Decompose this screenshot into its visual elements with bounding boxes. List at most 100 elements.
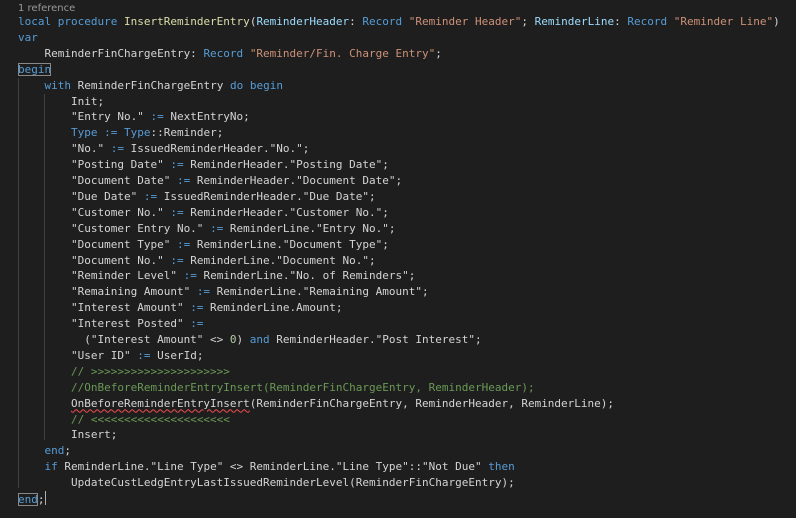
code-token: Type — [70, 126, 98, 140]
code-token: "Entry No." — [18, 110, 151, 124]
code-line[interactable]: UpdateCustLedgEntryLastIssuedReminderLev… — [18, 475, 515, 491]
code-token: := — [210, 221, 224, 235]
code-line[interactable]: "Due Date" := IssuedReminderHeader."Due … — [18, 189, 376, 205]
code-token: "Posting Date" — [18, 158, 171, 172]
code-line[interactable]: OnBeforeReminderEntryInsert(ReminderFinC… — [18, 396, 614, 412]
code-line[interactable]: "Posting Date" := ReminderHeader."Postin… — [18, 157, 389, 173]
code-token: ReminderLine — [534, 15, 615, 28]
code-token: ReminderFinChargeEntry — [71, 78, 230, 92]
code-token: ("Interest Amount" <> — [18, 333, 230, 346]
code-line[interactable]: if ReminderLine."Line Type" <> ReminderL… — [18, 459, 515, 475]
code-token: : — [349, 15, 363, 28]
code-token: := — [110, 142, 124, 156]
code-token: then — [488, 460, 515, 474]
code-token: := — [170, 158, 184, 172]
code-token: OnBeforeReminderEntryInsert — [70, 396, 250, 410]
code-token: := — [190, 317, 204, 331]
code-line[interactable]: "Reminder Level" := ReminderLine."No. of… — [18, 268, 415, 284]
code-token: := — [183, 269, 197, 283]
code-line[interactable]: "Document Type" := ReminderLine."Documen… — [18, 237, 389, 253]
code-token: ReminderLine."Remaining Amount"; — [210, 285, 429, 299]
code-line[interactable]: var — [18, 30, 38, 46]
code-token: Record — [203, 46, 244, 60]
code-line[interactable]: ReminderFinChargeEntry: Record "Reminder… — [18, 46, 442, 62]
code-token: ReminderHeader."Post Interest"; — [269, 333, 482, 346]
code-token: IssuedReminderHeader."No."; — [123, 142, 310, 156]
code-token: ReminderFinChargeEntry: — [18, 46, 204, 60]
code-token: Type — [123, 126, 151, 140]
code-token: 0 — [229, 333, 237, 346]
code-token: ReminderLine."No. of Reminders"; — [196, 269, 416, 283]
code-token: "Interest Posted" — [18, 317, 191, 331]
code-token: "Document Type" — [18, 237, 177, 251]
code-line[interactable]: "Customer Entry No." := ReminderLine."En… — [18, 221, 396, 237]
code-token: ; — [64, 444, 71, 458]
code-line[interactable]: "Document No." := ReminderLine."Document… — [18, 253, 376, 269]
code-line[interactable]: "No." := IssuedReminderHeader."No."; — [18, 141, 309, 157]
code-token: "No." — [18, 142, 111, 156]
code-token: "Reminder Line" — [673, 15, 774, 28]
code-line[interactable]: // >>>>>>>>>>>>>>>>>>>>> — [18, 364, 230, 380]
code-editor[interactable]: 1 reference local procedure InsertRemind… — [0, 0, 796, 518]
code-line[interactable]: "User ID" := UserId; — [18, 348, 203, 364]
code-line[interactable]: "Entry No." := NextEntryNo; — [18, 109, 250, 125]
code-line[interactable]: local procedure InsertReminderEntry(Remi… — [18, 14, 780, 30]
code-token: Record — [362, 15, 403, 28]
code-token: ::Reminder; — [150, 126, 224, 140]
code-line[interactable]: Type := Type::Reminder; — [18, 125, 223, 141]
code-token: "Customer Entry No." — [18, 221, 211, 235]
code-token: var — [18, 30, 38, 44]
code-line[interactable]: end; — [18, 491, 46, 507]
code-token: := — [176, 174, 191, 187]
code-token: "Reminder Header" — [408, 15, 522, 28]
code-token: "Due Date" — [18, 189, 144, 203]
code-token: begin — [249, 78, 283, 92]
code-token: ReminderHeader."Document Date"; — [190, 174, 403, 187]
code-line[interactable]: "Customer No." := ReminderHeader."Custom… — [18, 205, 389, 221]
code-token: UpdateCustLedgEntryLastIssuedReminderLev… — [18, 476, 515, 490]
code-token: begin — [18, 62, 52, 76]
code-token: ; — [435, 46, 442, 60]
code-token: "Customer No." — [18, 205, 171, 219]
code-token: ReminderHeader."Customer No."; — [183, 205, 389, 219]
code-token: do — [229, 78, 244, 92]
code-token: Record — [627, 15, 668, 28]
code-token: ) — [773, 15, 780, 28]
code-line[interactable]: with ReminderFinChargeEntry do begin — [18, 78, 283, 94]
code-token: "Reminder/Fin. Charge Entry" — [249, 46, 436, 60]
code-line[interactable]: // <<<<<<<<<<<<<<<<<<<<< — [18, 412, 230, 428]
code-token: (ReminderFinChargeEntry, ReminderHeader,… — [249, 396, 615, 410]
code-token: "User ID" — [18, 348, 138, 362]
code-token: InsertReminderEntry — [123, 15, 250, 28]
code-token: UserId; — [150, 348, 204, 362]
code-line[interactable]: Insert; — [18, 427, 117, 443]
code-line[interactable]: //OnBeforeReminderEntryInsert(ReminderFi… — [18, 380, 535, 396]
code-line[interactable]: "Interest Posted" := — [18, 316, 203, 332]
code-token: := — [137, 348, 151, 362]
code-line[interactable]: "Interest Amount" := ReminderLine.Amount… — [18, 300, 343, 316]
code-token: //OnBeforeReminderEntryInsert(ReminderFi… — [70, 380, 535, 394]
code-line[interactable]: end; — [18, 443, 72, 459]
code-line[interactable]: "Document Date" := ReminderHeader."Docum… — [18, 173, 402, 189]
code-token: Init; — [18, 94, 105, 108]
code-token: ReminderLine."Line Type" <> ReminderLine… — [57, 460, 489, 474]
code-token: if — [44, 460, 58, 474]
code-token: := — [196, 285, 211, 299]
code-token: "Interest Amount" — [18, 301, 191, 315]
code-line[interactable]: begin — [18, 62, 52, 78]
code-line[interactable]: Init; — [18, 94, 104, 110]
code-token: ReminderHeader."Posting Date"; — [183, 158, 389, 172]
code-token: and — [249, 333, 270, 346]
code-token: : — [614, 15, 628, 28]
code-line[interactable]: ("Interest Amount" <> 0) and ReminderHea… — [18, 332, 482, 348]
code-line[interactable]: "Remaining Amount" := ReminderLine."Rema… — [18, 284, 429, 300]
